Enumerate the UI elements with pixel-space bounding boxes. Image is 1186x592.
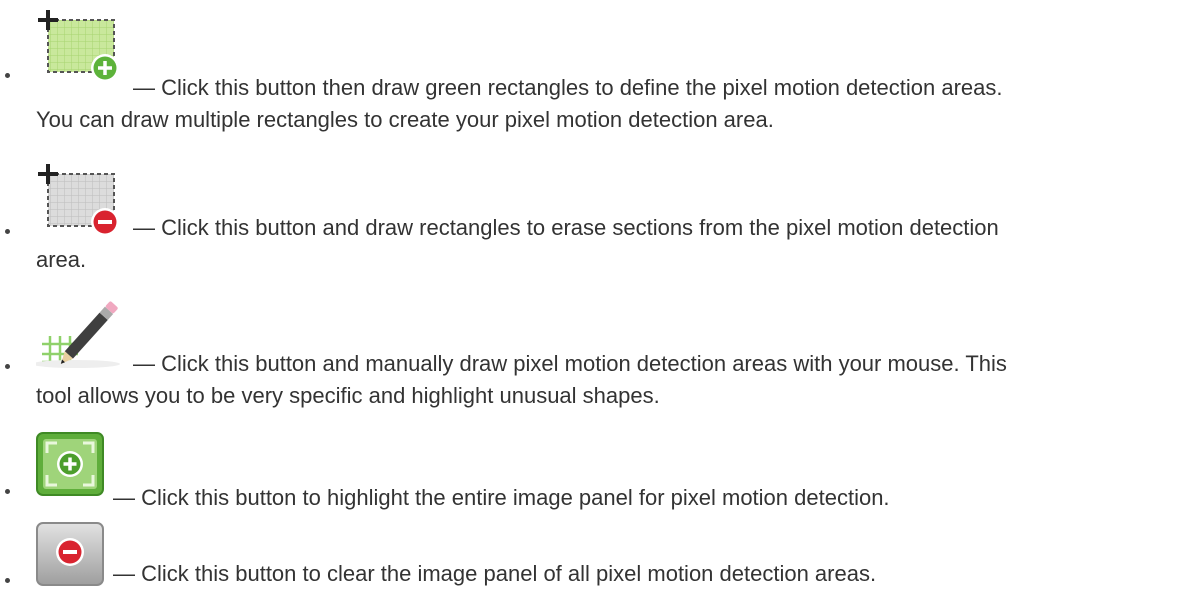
bullet: [5, 229, 10, 234]
bullet: [5, 489, 10, 494]
item-text-line-1: — Click this button to clear the image p…: [113, 561, 877, 586]
item-text-line-2: tool allows you to be very specific and …: [36, 383, 660, 408]
item-text-line-1: — Click this button and draw rectangles …: [133, 215, 999, 240]
clear-panel-icon[interactable]: [36, 522, 106, 588]
item-text-line-2: area.: [36, 247, 87, 272]
select-entire-panel-icon[interactable]: [36, 432, 106, 498]
item-text-line-2: You can draw multiple rectangles to crea…: [36, 107, 774, 132]
add-rectangle-area-icon[interactable]: [36, 6, 128, 84]
item-text-line-1: — Click this button and manually draw pi…: [133, 351, 1007, 376]
bullet: [5, 578, 10, 583]
pencil-draw-area-icon[interactable]: [36, 292, 128, 372]
erase-rectangle-area-icon[interactable]: [36, 160, 128, 238]
item-text-line-1: — Click this button then draw green rect…: [133, 75, 1003, 100]
bullet: [5, 364, 10, 369]
bullet: [5, 73, 10, 78]
item-text-line-1: — Click this button to highlight the ent…: [113, 485, 890, 510]
